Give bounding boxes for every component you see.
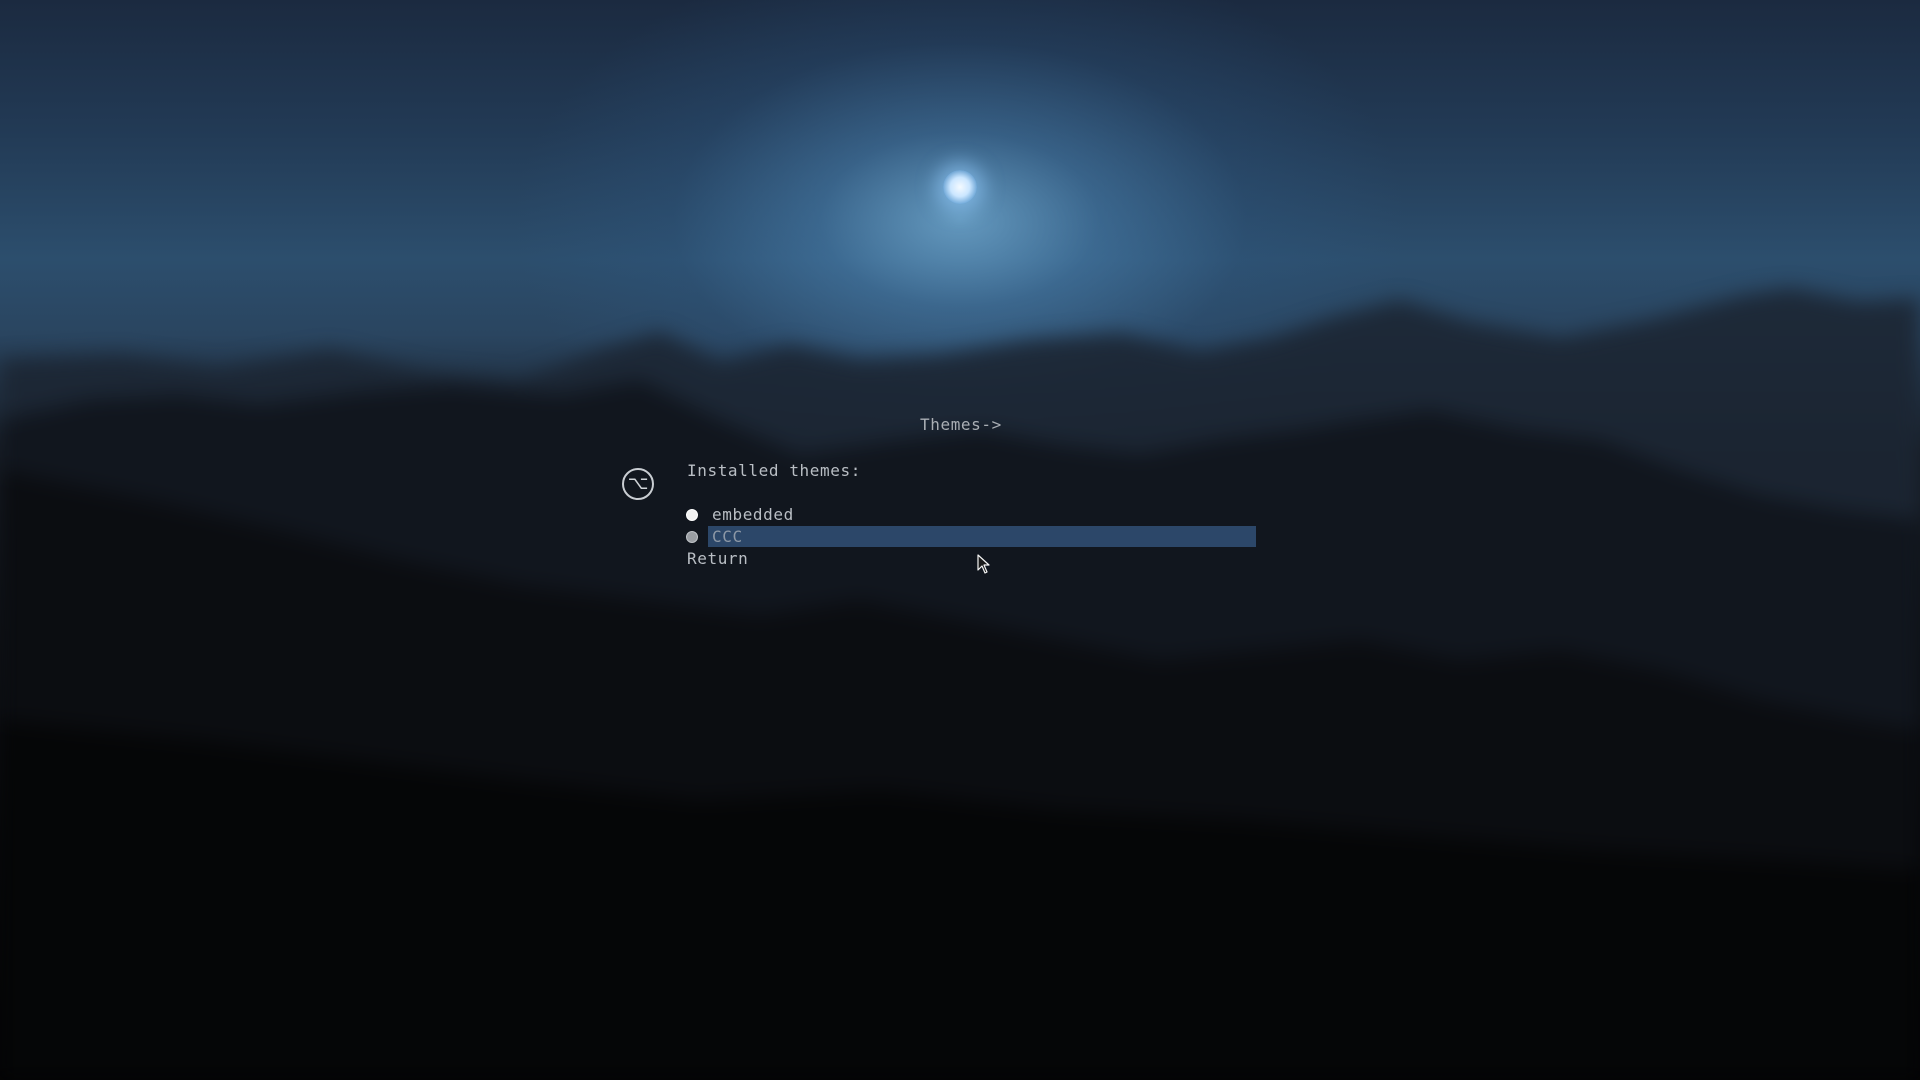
- option-key-icon: ⌥: [622, 468, 654, 500]
- boot-menu-screen: Themes-> ⌥ Installed themes: embedded CC…: [0, 0, 1920, 1080]
- radio-unselected-icon[interactable]: [686, 530, 698, 543]
- theme-option-embedded[interactable]: embedded: [686, 504, 794, 525]
- radio-selected-icon[interactable]: [686, 508, 698, 521]
- mouse-pointer-icon: [977, 554, 990, 574]
- menu-title: Themes->: [920, 415, 1002, 434]
- theme-option-ccc[interactable]: CCC: [686, 526, 1256, 547]
- theme-option-label: CCC: [708, 526, 1256, 547]
- return-menu-item[interactable]: Return: [687, 549, 748, 568]
- installed-themes-label: Installed themes:: [687, 461, 861, 480]
- theme-option-label: embedded: [712, 505, 794, 524]
